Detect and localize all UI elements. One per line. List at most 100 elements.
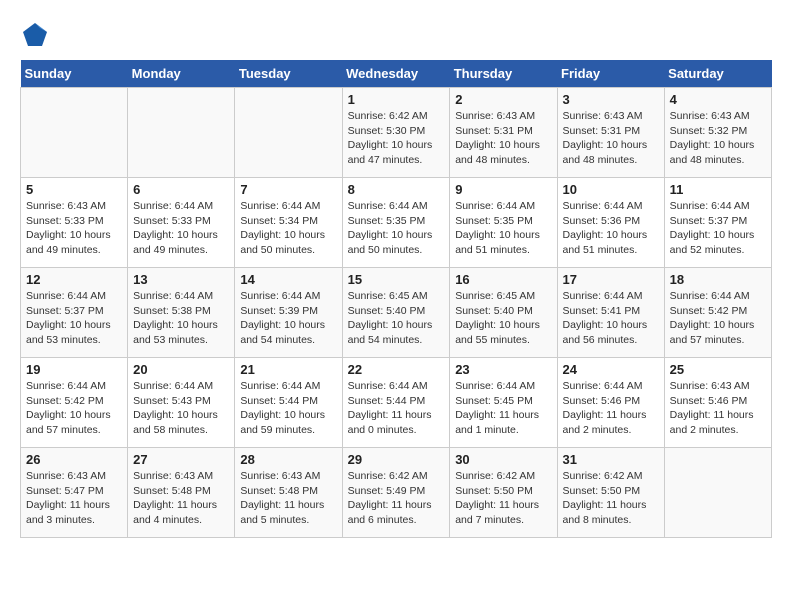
week-row-4: 19 Sunrise: 6:44 AM Sunset: 5:42 PM Dayli… xyxy=(21,358,772,448)
day-cell: 14 Sunrise: 6:44 AM Sunset: 5:39 PM Dayli… xyxy=(235,268,342,358)
day-cell: 19 Sunrise: 6:44 AM Sunset: 5:42 PM Dayli… xyxy=(21,358,128,448)
day-info: Sunrise: 6:44 AM Sunset: 5:39 PM Dayligh… xyxy=(240,289,336,348)
col-header-friday: Friday xyxy=(557,60,664,88)
day-cell xyxy=(21,88,128,178)
day-number: 5 xyxy=(26,182,122,197)
col-header-saturday: Saturday xyxy=(664,60,771,88)
day-info: Sunrise: 6:42 AM Sunset: 5:30 PM Dayligh… xyxy=(348,109,445,168)
day-cell: 9 Sunrise: 6:44 AM Sunset: 5:35 PM Daylig… xyxy=(450,178,557,268)
day-cell xyxy=(664,448,771,538)
day-info: Sunrise: 6:42 AM Sunset: 5:49 PM Dayligh… xyxy=(348,469,445,528)
calendar-table: SundayMondayTuesdayWednesdayThursdayFrid… xyxy=(20,60,772,538)
day-cell: 2 Sunrise: 6:43 AM Sunset: 5:31 PM Daylig… xyxy=(450,88,557,178)
day-number: 23 xyxy=(455,362,551,377)
day-info: Sunrise: 6:44 AM Sunset: 5:35 PM Dayligh… xyxy=(455,199,551,258)
day-info: Sunrise: 6:44 AM Sunset: 5:42 PM Dayligh… xyxy=(26,379,122,438)
day-number: 9 xyxy=(455,182,551,197)
day-info: Sunrise: 6:43 AM Sunset: 5:48 PM Dayligh… xyxy=(240,469,336,528)
day-cell xyxy=(128,88,235,178)
day-number: 16 xyxy=(455,272,551,287)
day-cell: 4 Sunrise: 6:43 AM Sunset: 5:32 PM Daylig… xyxy=(664,88,771,178)
day-cell: 8 Sunrise: 6:44 AM Sunset: 5:35 PM Daylig… xyxy=(342,178,450,268)
day-number: 10 xyxy=(563,182,659,197)
day-cell: 22Sunrise: 6:44 AM Sunset: 5:44 PM Dayli… xyxy=(342,358,450,448)
day-number: 4 xyxy=(670,92,766,107)
day-number: 18 xyxy=(670,272,766,287)
day-number: 11 xyxy=(670,182,766,197)
day-number: 19 xyxy=(26,362,122,377)
day-info: Sunrise: 6:44 AM Sunset: 5:38 PM Dayligh… xyxy=(133,289,229,348)
week-row-5: 26Sunrise: 6:43 AM Sunset: 5:47 PM Dayli… xyxy=(21,448,772,538)
day-info: Sunrise: 6:44 AM Sunset: 5:37 PM Dayligh… xyxy=(26,289,122,348)
col-header-wednesday: Wednesday xyxy=(342,60,450,88)
day-number: 31 xyxy=(563,452,659,467)
day-info: Sunrise: 6:43 AM Sunset: 5:47 PM Dayligh… xyxy=(26,469,122,528)
day-cell: 3Sunrise: 6:43 AM Sunset: 5:31 PM Daylig… xyxy=(557,88,664,178)
day-cell: 10 Sunrise: 6:44 AM Sunset: 5:36 PM Dayli… xyxy=(557,178,664,268)
day-cell: 26Sunrise: 6:43 AM Sunset: 5:47 PM Dayli… xyxy=(21,448,128,538)
col-header-monday: Monday xyxy=(128,60,235,88)
day-number: 3 xyxy=(563,92,659,107)
day-number: 14 xyxy=(240,272,336,287)
logo xyxy=(20,20,54,50)
day-number: 13 xyxy=(133,272,229,287)
day-info: Sunrise: 6:42 AM Sunset: 5:50 PM Dayligh… xyxy=(455,469,551,528)
day-cell: 25 Sunrise: 6:43 AM Sunset: 5:46 PM Dayli… xyxy=(664,358,771,448)
day-cell: 11 Sunrise: 6:44 AM Sunset: 5:37 PM Dayli… xyxy=(664,178,771,268)
day-info: Sunrise: 6:43 AM Sunset: 5:31 PM Dayligh… xyxy=(455,109,551,168)
day-info: Sunrise: 6:43 AM Sunset: 5:32 PM Dayligh… xyxy=(670,109,766,168)
day-info: Sunrise: 6:44 AM Sunset: 5:44 PM Dayligh… xyxy=(348,379,445,438)
week-row-3: 12 Sunrise: 6:44 AM Sunset: 5:37 PM Dayli… xyxy=(21,268,772,358)
day-number: 7 xyxy=(240,182,336,197)
day-info: Sunrise: 6:43 AM Sunset: 5:33 PM Dayligh… xyxy=(26,199,122,258)
day-info: Sunrise: 6:45 AM Sunset: 5:40 PM Dayligh… xyxy=(348,289,445,348)
day-cell: 27Sunrise: 6:43 AM Sunset: 5:48 PM Dayli… xyxy=(128,448,235,538)
day-cell: 6Sunrise: 6:44 AM Sunset: 5:33 PM Daylig… xyxy=(128,178,235,268)
header-row: SundayMondayTuesdayWednesdayThursdayFrid… xyxy=(21,60,772,88)
day-info: Sunrise: 6:44 AM Sunset: 5:43 PM Dayligh… xyxy=(133,379,229,438)
day-cell: 7 Sunrise: 6:44 AM Sunset: 5:34 PM Daylig… xyxy=(235,178,342,268)
day-number: 17 xyxy=(563,272,659,287)
day-number: 6 xyxy=(133,182,229,197)
day-info: Sunrise: 6:44 AM Sunset: 5:44 PM Dayligh… xyxy=(240,379,336,438)
day-cell: 28 Sunrise: 6:43 AM Sunset: 5:48 PM Dayli… xyxy=(235,448,342,538)
day-number: 12 xyxy=(26,272,122,287)
logo-icon xyxy=(20,20,50,50)
day-cell: 16Sunrise: 6:45 AM Sunset: 5:40 PM Dayli… xyxy=(450,268,557,358)
day-cell: 31 Sunrise: 6:42 AM Sunset: 5:50 PM Dayli… xyxy=(557,448,664,538)
day-cell: 13 Sunrise: 6:44 AM Sunset: 5:38 PM Dayli… xyxy=(128,268,235,358)
day-cell: 24Sunrise: 6:44 AM Sunset: 5:46 PM Dayli… xyxy=(557,358,664,448)
day-number: 28 xyxy=(240,452,336,467)
day-cell: 30 Sunrise: 6:42 AM Sunset: 5:50 PM Dayli… xyxy=(450,448,557,538)
day-cell: 17 Sunrise: 6:44 AM Sunset: 5:41 PM Dayli… xyxy=(557,268,664,358)
day-cell: 29Sunrise: 6:42 AM Sunset: 5:49 PM Dayli… xyxy=(342,448,450,538)
page-header xyxy=(20,20,772,50)
day-info: Sunrise: 6:44 AM Sunset: 5:42 PM Dayligh… xyxy=(670,289,766,348)
day-cell: 20Sunrise: 6:44 AM Sunset: 5:43 PM Dayli… xyxy=(128,358,235,448)
col-header-tuesday: Tuesday xyxy=(235,60,342,88)
day-info: Sunrise: 6:44 AM Sunset: 5:37 PM Dayligh… xyxy=(670,199,766,258)
day-number: 8 xyxy=(348,182,445,197)
day-number: 25 xyxy=(670,362,766,377)
day-info: Sunrise: 6:44 AM Sunset: 5:34 PM Dayligh… xyxy=(240,199,336,258)
day-cell: 21Sunrise: 6:44 AM Sunset: 5:44 PM Dayli… xyxy=(235,358,342,448)
day-info: Sunrise: 6:44 AM Sunset: 5:45 PM Dayligh… xyxy=(455,379,551,438)
day-cell: 5 Sunrise: 6:43 AM Sunset: 5:33 PM Daylig… xyxy=(21,178,128,268)
day-cell: 18 Sunrise: 6:44 AM Sunset: 5:42 PM Dayli… xyxy=(664,268,771,358)
day-info: Sunrise: 6:44 AM Sunset: 5:46 PM Dayligh… xyxy=(563,379,659,438)
day-info: Sunrise: 6:43 AM Sunset: 5:48 PM Dayligh… xyxy=(133,469,229,528)
day-number: 2 xyxy=(455,92,551,107)
week-row-2: 5 Sunrise: 6:43 AM Sunset: 5:33 PM Daylig… xyxy=(21,178,772,268)
day-info: Sunrise: 6:43 AM Sunset: 5:46 PM Dayligh… xyxy=(670,379,766,438)
day-cell xyxy=(235,88,342,178)
day-info: Sunrise: 6:44 AM Sunset: 5:35 PM Dayligh… xyxy=(348,199,445,258)
day-info: Sunrise: 6:44 AM Sunset: 5:41 PM Dayligh… xyxy=(563,289,659,348)
day-cell: 12 Sunrise: 6:44 AM Sunset: 5:37 PM Dayli… xyxy=(21,268,128,358)
day-cell: 15 Sunrise: 6:45 AM Sunset: 5:40 PM Dayli… xyxy=(342,268,450,358)
day-info: Sunrise: 6:42 AM Sunset: 5:50 PM Dayligh… xyxy=(563,469,659,528)
day-number: 30 xyxy=(455,452,551,467)
day-number: 1 xyxy=(348,92,445,107)
day-cell: 23 Sunrise: 6:44 AM Sunset: 5:45 PM Dayli… xyxy=(450,358,557,448)
day-info: Sunrise: 6:44 AM Sunset: 5:36 PM Dayligh… xyxy=(563,199,659,258)
day-number: 15 xyxy=(348,272,445,287)
